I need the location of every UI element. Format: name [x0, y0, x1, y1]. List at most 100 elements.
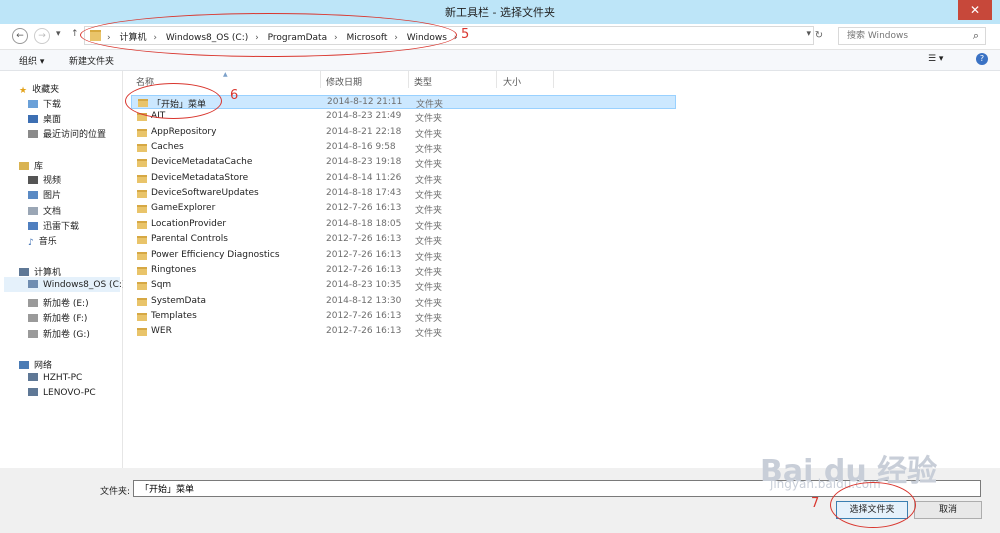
annotation-oval-start-menu: [125, 83, 222, 119]
sort-ascending-icon: ▲: [223, 71, 228, 78]
back-button[interactable]: ←: [12, 28, 28, 44]
column-type[interactable]: 类型: [414, 75, 432, 88]
view-options-button[interactable]: ☰ ▾: [928, 54, 943, 64]
file-row[interactable]: LocationProvider 2014-8-18 18:05 文件夹: [131, 218, 676, 232]
sidebar-item-drive-c[interactable]: Windows8_OS (C:): [28, 280, 125, 290]
file-row[interactable]: DeviceSoftwareUpdates 2014-8-18 17:43 文件夹: [131, 187, 676, 201]
sidebar-item-lenovo-pc[interactable]: LENOVO-PC: [28, 388, 96, 398]
sidebar-item-recent[interactable]: 最近访问的位置: [28, 127, 106, 140]
cancel-button[interactable]: 取消: [914, 501, 982, 519]
column-divider[interactable]: [553, 71, 554, 88]
close-button[interactable]: ✕: [958, 0, 992, 20]
file-type: 文件夹: [415, 114, 443, 125]
search-box[interactable]: ⌕: [838, 27, 986, 45]
sidebar-label: 文档: [43, 207, 62, 217]
sidebar-label: LENOVO-PC: [43, 388, 96, 398]
folder-icon: [137, 251, 147, 260]
sidebar-libraries[interactable]: 库: [19, 159, 43, 172]
file-type: 文件夹: [416, 100, 444, 110]
navigation-pane: ★ 收藏夹 下载 桌面 最近访问的位置 库 视频 图片 文档 迅雷下载 ♪ 音乐 计…: [0, 71, 125, 468]
file-modified: 2014-8-23 21:49: [326, 111, 402, 122]
file-row[interactable]: Sqm 2014-8-23 10:35 文件夹: [131, 279, 676, 293]
sidebar-label: 最近访问的位置: [43, 130, 107, 140]
sidebar-item-drive-e[interactable]: 新加卷 (E:): [28, 296, 89, 309]
file-name: DeviceSoftwareUpdates: [151, 188, 259, 199]
download-icon: [28, 100, 38, 108]
sidebar-item-videos[interactable]: 视频: [28, 173, 61, 186]
drive-icon: [28, 314, 38, 322]
file-row[interactable]: WER 2012-7-26 16:13 文件夹: [131, 325, 676, 339]
file-row[interactable]: DeviceMetadataCache 2014-8-23 19:18 文件夹: [131, 156, 676, 170]
file-row[interactable]: Templates 2012-7-26 16:13 文件夹: [131, 310, 676, 324]
annotation-number-7: 7: [811, 496, 820, 511]
folder-label: 文件夹:: [100, 487, 131, 497]
file-name: Parental Controls: [151, 234, 228, 245]
sidebar-item-drive-g[interactable]: 新加卷 (G:): [28, 327, 90, 340]
refresh-button[interactable]: ↻: [812, 30, 826, 44]
computer-icon: [28, 388, 38, 396]
sidebar-item-documents[interactable]: 文档: [28, 204, 61, 217]
recent-locations-dropdown[interactable]: ▾: [56, 29, 61, 39]
folder-icon: [137, 282, 147, 291]
file-type: 文件夹: [415, 298, 443, 309]
search-input[interactable]: [845, 30, 969, 42]
file-row[interactable]: DeviceMetadataStore 2014-8-14 11:26 文件夹: [131, 172, 676, 186]
column-header-row: ▲ 名称 修改日期 类型 大小: [123, 71, 1000, 88]
file-type: 文件夹: [415, 267, 443, 278]
sidebar-label: Windows8_OS (C:): [43, 280, 126, 290]
sidebar-item-hzht-pc[interactable]: HZHT-PC: [28, 373, 82, 383]
file-row[interactable]: SystemData 2014-8-12 13:30 文件夹: [131, 295, 676, 309]
column-size[interactable]: 大小: [503, 75, 521, 88]
file-modified: 2012-7-26 16:13: [326, 326, 402, 337]
file-name: SystemData: [151, 295, 207, 306]
file-row[interactable]: AIT 2014-8-23 21:49 文件夹: [131, 110, 676, 124]
sidebar-label: 网络: [34, 361, 53, 371]
file-type: 文件夹: [415, 313, 443, 324]
file-row[interactable]: Ringtones 2012-7-26 16:13 文件夹: [131, 264, 676, 278]
up-button[interactable]: ↑: [71, 29, 79, 39]
sidebar-favorites[interactable]: ★ 收藏夹: [19, 82, 59, 96]
organize-button[interactable]: 组织 ▾: [19, 54, 44, 67]
sidebar-label: 计算机: [34, 268, 62, 278]
sidebar-item-music[interactable]: ♪ 音乐: [28, 234, 57, 248]
video-icon: [28, 176, 38, 184]
folder-icon: [137, 312, 147, 321]
sidebar-item-desktop[interactable]: 桌面: [28, 112, 61, 125]
column-divider[interactable]: [320, 71, 321, 88]
sidebar-label: 音乐: [38, 237, 57, 247]
search-icon[interactable]: ⌕: [973, 29, 979, 43]
picture-icon: [28, 191, 38, 199]
sidebar-item-xunlei[interactable]: 迅雷下载: [28, 219, 79, 232]
column-divider[interactable]: [496, 71, 497, 88]
forward-button[interactable]: →: [34, 28, 50, 44]
sidebar-item-downloads[interactable]: 下载: [28, 97, 61, 110]
file-modified: 2014-8-23 10:35: [326, 280, 402, 291]
file-name: DeviceMetadataStore: [151, 172, 249, 183]
sidebar-item-drive-f[interactable]: 新加卷 (F:): [28, 311, 87, 324]
file-row[interactable]: AppRepository 2014-8-21 22:18 文件夹: [131, 126, 676, 140]
file-row[interactable]: Caches 2014-8-16 9:58 文件夹: [131, 141, 676, 155]
file-list: ▲ 名称 修改日期 类型 大小 「开始」菜单 2014-8-12 21:11 文件夹…: [123, 71, 1000, 468]
file-name: GameExplorer: [151, 203, 216, 214]
folder-icon: [137, 190, 147, 199]
network-icon: [19, 361, 29, 369]
file-type: 文件夹: [415, 237, 443, 248]
annotation-oval-address: [80, 13, 457, 57]
folder-icon: [137, 174, 147, 183]
folder-icon: [137, 220, 147, 229]
sidebar-item-pictures[interactable]: 图片: [28, 188, 61, 201]
file-name: Sqm: [151, 280, 172, 291]
chevron-down-icon[interactable]: ▾: [806, 29, 811, 39]
file-row[interactable]: Power Efficiency Diagnostics 2012-7-26 16…: [131, 249, 676, 263]
sidebar-network[interactable]: 网络: [19, 358, 52, 371]
sidebar-label: 视频: [43, 176, 62, 186]
file-row[interactable]: Parental Controls 2012-7-26 16:13 文件夹: [131, 233, 676, 247]
new-folder-button[interactable]: 新建文件夹: [69, 54, 114, 67]
file-row[interactable]: GameExplorer 2012-7-26 16:13 文件夹: [131, 202, 676, 216]
file-modified: 2014-8-16 9:58: [326, 142, 396, 153]
column-divider[interactable]: [408, 71, 409, 88]
sidebar-computer[interactable]: 计算机: [19, 265, 61, 278]
column-modified[interactable]: 修改日期: [326, 75, 362, 88]
help-button[interactable]: ?: [976, 53, 988, 65]
file-type: 文件夹: [415, 129, 443, 140]
